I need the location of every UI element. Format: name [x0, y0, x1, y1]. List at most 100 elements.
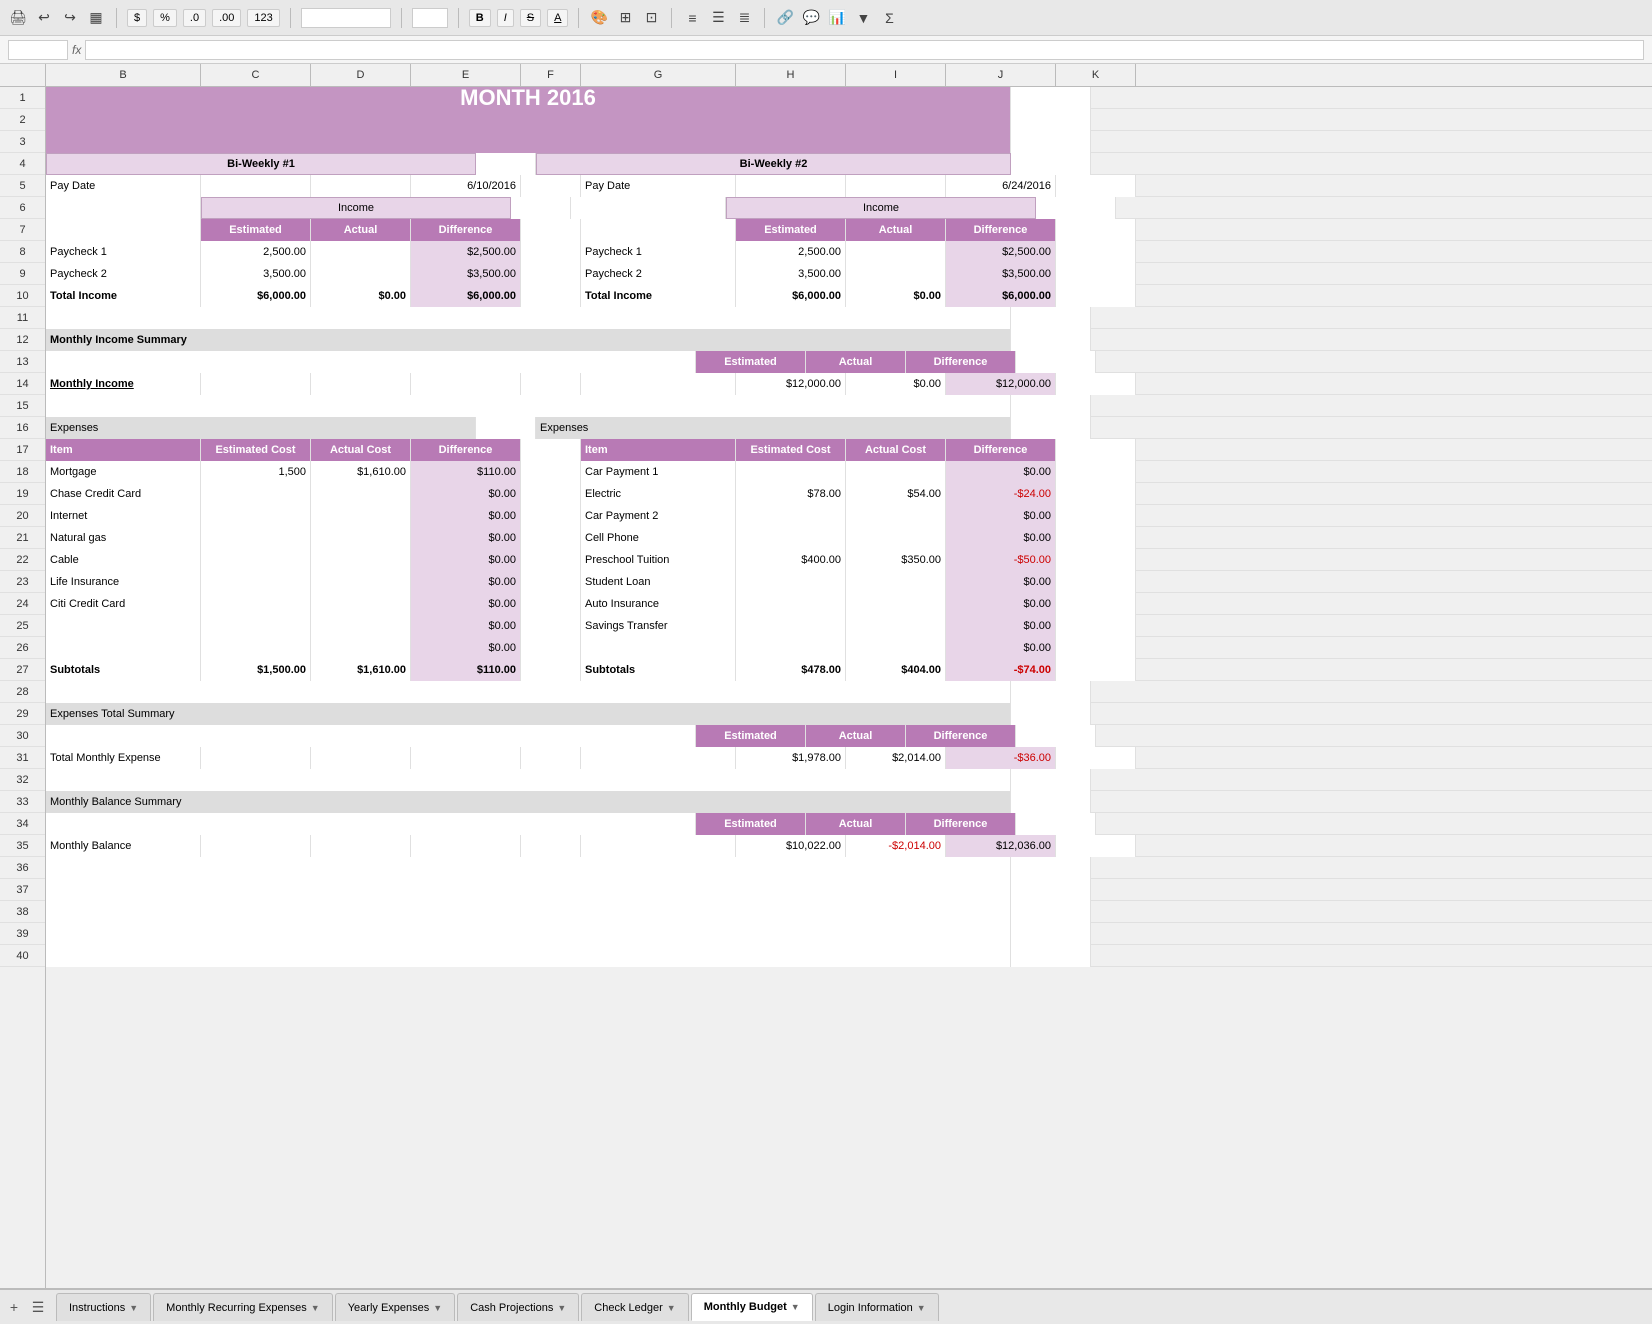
col-header-g[interactable]: G: [581, 64, 736, 86]
cell-f4[interactable]: [476, 153, 536, 175]
redo-icon[interactable]: ↪: [60, 8, 80, 28]
cell-f8[interactable]: [521, 241, 581, 263]
cell-c5[interactable]: [201, 175, 311, 197]
cell-f19[interactable]: [521, 483, 581, 505]
cell-k10[interactable]: [1056, 285, 1136, 307]
cell-e8-diff[interactable]: $2,500.00: [411, 241, 521, 263]
col-header-j[interactable]: J: [946, 64, 1056, 86]
cell-b28[interactable]: [46, 681, 1011, 703]
cell-f35[interactable]: [521, 835, 581, 857]
cell-h5[interactable]: [736, 175, 846, 197]
font-size-input[interactable]: 11: [412, 8, 448, 28]
cell-i8[interactable]: [846, 241, 946, 263]
cell-b11[interactable]: [46, 307, 1011, 329]
cell-e35[interactable]: [411, 835, 521, 857]
cell-d31[interactable]: [311, 747, 411, 769]
spreadsheet-grid[interactable]: MONTH 2016 Bi-Weekly #1 Bi-Weekly #2: [46, 87, 1652, 1288]
cell-h6-income2[interactable]: Income: [726, 197, 1036, 219]
formula-input[interactable]: [85, 40, 1644, 60]
cell-k25[interactable]: [1056, 615, 1136, 637]
tab-yearly-expenses[interactable]: Yearly Expenses ▼: [335, 1293, 455, 1321]
cell-e24[interactable]: $0.00: [411, 593, 521, 615]
cell-i5[interactable]: [846, 175, 946, 197]
cell-h26[interactable]: [736, 637, 846, 659]
cell-e23[interactable]: $0.00: [411, 571, 521, 593]
cell-e31[interactable]: [411, 747, 521, 769]
cell-b7[interactable]: [46, 219, 201, 241]
cell-b37[interactable]: [46, 879, 1011, 901]
cell-c18[interactable]: 1,500: [201, 461, 311, 483]
cell-i14-act[interactable]: $0.00: [846, 373, 946, 395]
col-header-e[interactable]: E: [411, 64, 521, 86]
cell-b39[interactable]: [46, 923, 1011, 945]
cell-k14[interactable]: [1056, 373, 1136, 395]
cell-e26[interactable]: $0.00: [411, 637, 521, 659]
cell-k1[interactable]: [1011, 87, 1091, 109]
cell-k3[interactable]: [1011, 131, 1091, 153]
cell-b31[interactable]: Total Monthly Expense: [46, 747, 201, 769]
cell-d23[interactable]: [311, 571, 411, 593]
cell-k9[interactable]: [1056, 263, 1136, 285]
cell-g24[interactable]: Auto Insurance: [581, 593, 736, 615]
cell-h27[interactable]: $478.00: [736, 659, 846, 681]
cell-e27[interactable]: $110.00: [411, 659, 521, 681]
cell-b33[interactable]: Monthly Balance Summary: [46, 791, 1011, 813]
percent-btn[interactable]: %: [153, 9, 177, 27]
cell-b13[interactable]: [46, 351, 696, 373]
col-header-h[interactable]: H: [736, 64, 846, 86]
cell-k38[interactable]: [1011, 901, 1091, 923]
cell-j14-diff[interactable]: $12,000.00: [946, 373, 1056, 395]
cell-j31[interactable]: -$36.00: [946, 747, 1056, 769]
cell-i10[interactable]: $0.00: [846, 285, 946, 307]
cell-c31[interactable]: [201, 747, 311, 769]
cell-k2[interactable]: [1011, 109, 1091, 131]
cell-h18[interactable]: [736, 461, 846, 483]
cell-g25[interactable]: Savings Transfer: [581, 615, 736, 637]
cell-i30-act[interactable]: Actual: [806, 725, 906, 747]
cell-j10-diff[interactable]: $6,000.00: [946, 285, 1056, 307]
bold-btn[interactable]: B: [469, 9, 491, 27]
cell-c7-estimated1[interactable]: Estimated: [201, 219, 311, 241]
cell-b3[interactable]: [46, 131, 1011, 153]
cell-i22[interactable]: $350.00: [846, 549, 946, 571]
cell-j35[interactable]: $12,036.00: [946, 835, 1056, 857]
cell-h9[interactable]: 3,500.00: [736, 263, 846, 285]
col-header-k[interactable]: K: [1056, 64, 1136, 86]
cell-h20[interactable]: [736, 505, 846, 527]
cell-i26[interactable]: [846, 637, 946, 659]
cell-f7[interactable]: [521, 219, 581, 241]
cell-k12[interactable]: [1011, 329, 1091, 351]
tab-login-information[interactable]: Login Information ▼: [815, 1293, 939, 1321]
strikethrough-btn[interactable]: S: [520, 9, 541, 27]
sheet-list-btn[interactable]: ☰: [28, 1297, 48, 1317]
align-right-icon[interactable]: ≣: [734, 8, 754, 28]
cell-g20[interactable]: Car Payment 2: [581, 505, 736, 527]
cell-c24[interactable]: [201, 593, 311, 615]
currency-btn[interactable]: $: [127, 9, 147, 27]
cell-d27[interactable]: $1,610.00: [311, 659, 411, 681]
cell-i35[interactable]: -$2,014.00: [846, 835, 946, 857]
cell-j9-diff[interactable]: $3,500.00: [946, 263, 1056, 285]
col-header-b[interactable]: B: [46, 64, 201, 86]
cell-g23[interactable]: Student Loan: [581, 571, 736, 593]
cell-b12[interactable]: Monthly Income Summary: [46, 329, 1011, 351]
cell-g35[interactable]: [581, 835, 736, 857]
comment-icon[interactable]: 💬: [801, 8, 821, 28]
cell-c22[interactable]: [201, 549, 311, 571]
cell-i13-act[interactable]: Actual: [806, 351, 906, 373]
cell-f5[interactable]: [521, 175, 581, 197]
cell-j23[interactable]: $0.00: [946, 571, 1056, 593]
merge-icon[interactable]: ⊡: [641, 8, 661, 28]
borders-icon[interactable]: ⊞: [615, 8, 635, 28]
cell-d19[interactable]: [311, 483, 411, 505]
cell-j17-diff2[interactable]: Difference: [946, 439, 1056, 461]
cell-f21[interactable]: [521, 527, 581, 549]
cell-k28[interactable]: [1011, 681, 1091, 703]
cell-b25[interactable]: [46, 615, 201, 637]
cell-k8[interactable]: [1056, 241, 1136, 263]
sum-icon[interactable]: Σ: [879, 8, 899, 28]
cell-b6[interactable]: [46, 197, 201, 219]
cell-i9[interactable]: [846, 263, 946, 285]
cell-b4-biweekly1[interactable]: Bi-Weekly #1: [46, 153, 476, 175]
cell-f16[interactable]: [476, 417, 536, 439]
